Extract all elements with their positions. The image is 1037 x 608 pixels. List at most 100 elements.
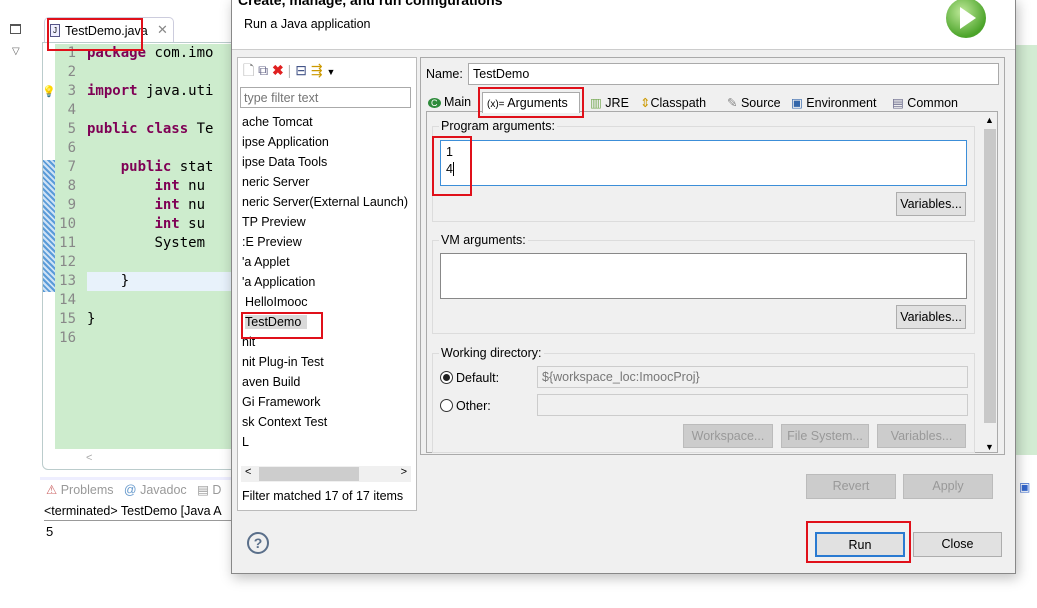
tab-classpath[interactable]: ⇕Classpath <box>640 92 718 113</box>
config-list-item[interactable]: Gi Framework <box>242 395 320 409</box>
config-list-item[interactable]: ipse Data Tools <box>242 155 327 169</box>
editor-right-edge <box>1016 45 1037 455</box>
program-args-textarea[interactable]: 1 4 <box>440 140 967 186</box>
line-number: 10 <box>59 216 76 232</box>
filter-input[interactable] <box>240 87 411 108</box>
chevron-down-icon[interactable]: ▼ <box>326 67 335 77</box>
main-tab-icon: C <box>428 98 441 108</box>
change-bar <box>43 160 55 292</box>
dialog-title: Create, manage, and run configurations <box>238 0 503 8</box>
code-line: } <box>87 311 96 327</box>
tab-common[interactable]: ▤ Common <box>892 92 968 113</box>
name-input[interactable] <box>468 63 999 85</box>
declaration-icon: ▤ <box>197 483 209 497</box>
config-list-item[interactable]: 'a Applet <box>242 255 290 269</box>
line-number: 7 <box>67 159 76 175</box>
config-list-item[interactable]: L <box>242 435 249 449</box>
tab-declaration[interactable]: D <box>212 483 221 497</box>
line-number: 11 <box>59 235 76 251</box>
list-hscrollbar[interactable]: < > <box>241 466 411 482</box>
program-args-label: Program arguments: <box>439 119 557 133</box>
left-trim <box>0 0 40 608</box>
line-number: 13 <box>59 273 76 289</box>
config-list-item[interactable]: HelloImooc <box>245 295 308 309</box>
revert-button[interactable]: Revert <box>806 474 896 499</box>
config-list-item[interactable]: neric Server <box>242 175 309 189</box>
dialog-subtitle: Run a Java application <box>244 17 371 31</box>
collapse-all-icon[interactable]: ⊟ <box>295 62 307 78</box>
line-number: 5 <box>67 121 76 137</box>
config-list-item[interactable]: aven Build <box>242 375 300 389</box>
filter-icon[interactable]: ⇶ <box>311 62 323 78</box>
code-line: int nu <box>154 197 206 213</box>
editor-hscrollbar[interactable]: < <box>86 452 236 466</box>
file-system-button[interactable]: File System... <box>781 424 869 448</box>
line-number: 9 <box>67 197 76 213</box>
code-line: int nu <box>154 178 206 194</box>
tab-environment[interactable]: ▣ Environment <box>791 92 887 113</box>
line-number: 8 <box>67 178 76 194</box>
config-toolbar: 🗋 ⧉ ✖ | ⊟ ⇶ ▼ <box>243 62 336 78</box>
annotation-box <box>432 136 472 196</box>
config-list-item[interactable]: ache Tomcat <box>242 115 313 129</box>
config-list-item[interactable]: :E Preview <box>242 235 302 249</box>
new-config-icon[interactable]: 🗋 <box>243 62 254 78</box>
tab-label: Source <box>740 96 781 110</box>
tab-vscrollbar[interactable]: ▲ ▼ <box>983 115 997 452</box>
line-number: 15 <box>59 311 76 327</box>
tab-label: Environment <box>806 96 877 110</box>
line-number: 4 <box>67 102 76 118</box>
tab-problems[interactable]: Problems <box>61 483 114 497</box>
dir-variables-button[interactable]: Variables... <box>877 424 966 448</box>
tab-source[interactable]: ✎ Source <box>727 92 787 113</box>
console-tabs: ⚠ Problems @ Javadoc ▤ D <box>46 482 221 497</box>
code-line: public class Te <box>87 121 214 137</box>
code-line: import java.uti <box>87 83 214 99</box>
duplicate-icon[interactable]: ⧉ <box>258 62 268 78</box>
line-number: 14 <box>59 292 76 308</box>
other-radio[interactable] <box>440 399 453 412</box>
workspace-button[interactable]: Workspace... <box>683 424 773 448</box>
classpath-icon: ⇕ <box>640 96 651 110</box>
filter-status: Filter matched 17 of 17 items <box>242 489 404 503</box>
other-dir-field[interactable] <box>537 394 968 416</box>
config-list-item[interactable]: sk Context Test <box>242 415 327 429</box>
view-menu-icon[interactable]: ▽ <box>12 46 20 57</box>
config-list-item[interactable]: neric Server(External Launch) <box>242 195 408 209</box>
tab-label: Classpath <box>650 96 707 110</box>
close-button[interactable]: Close <box>913 532 1002 557</box>
code-line: int su <box>154 216 206 232</box>
config-list-item[interactable]: TP Preview <box>242 215 306 229</box>
vm-args-textarea[interactable] <box>440 253 967 299</box>
vm-variables-button[interactable]: Variables... <box>896 305 966 329</box>
console-icon[interactable]: ▣ <box>1019 480 1030 494</box>
config-list-item[interactable]: 'a Application <box>242 275 315 289</box>
line-number: 3 <box>67 83 76 99</box>
default-radio[interactable] <box>440 371 453 384</box>
close-tab-icon[interactable]: ✕ <box>157 22 168 38</box>
help-icon[interactable]: ? <box>247 532 269 554</box>
program-variables-button[interactable]: Variables... <box>896 192 966 216</box>
line-number: 2 <box>67 64 76 80</box>
tab-javadoc[interactable]: Javadoc <box>140 483 187 497</box>
tab-main[interactable]: C Main <box>428 92 480 113</box>
warning-lightbulb-icon[interactable]: 💡 <box>42 85 56 98</box>
tab-label: Common <box>907 96 959 110</box>
config-list-item[interactable]: nit Plug-in Test <box>242 355 324 369</box>
problems-icon: ⚠ <box>46 483 58 497</box>
restore-icon[interactable] <box>10 24 21 34</box>
default-label: Default: <box>456 371 500 385</box>
tab-jre[interactable]: ▥ JRE <box>590 92 634 113</box>
common-icon: ▤ <box>892 96 904 110</box>
apply-button[interactable]: Apply <box>903 474 993 499</box>
annotation-box <box>478 87 584 118</box>
config-list-item[interactable]: ipse Application <box>242 135 329 149</box>
console-output: 5 <box>46 524 54 539</box>
annotation-box <box>806 521 911 563</box>
working-dir-label: Working directory: <box>439 346 544 360</box>
delete-icon[interactable]: ✖ <box>272 62 284 78</box>
line-number: 16 <box>59 330 76 346</box>
line-number: 6 <box>67 140 76 156</box>
jre-icon: ▥ <box>590 96 602 110</box>
name-label: Name: <box>426 67 463 81</box>
